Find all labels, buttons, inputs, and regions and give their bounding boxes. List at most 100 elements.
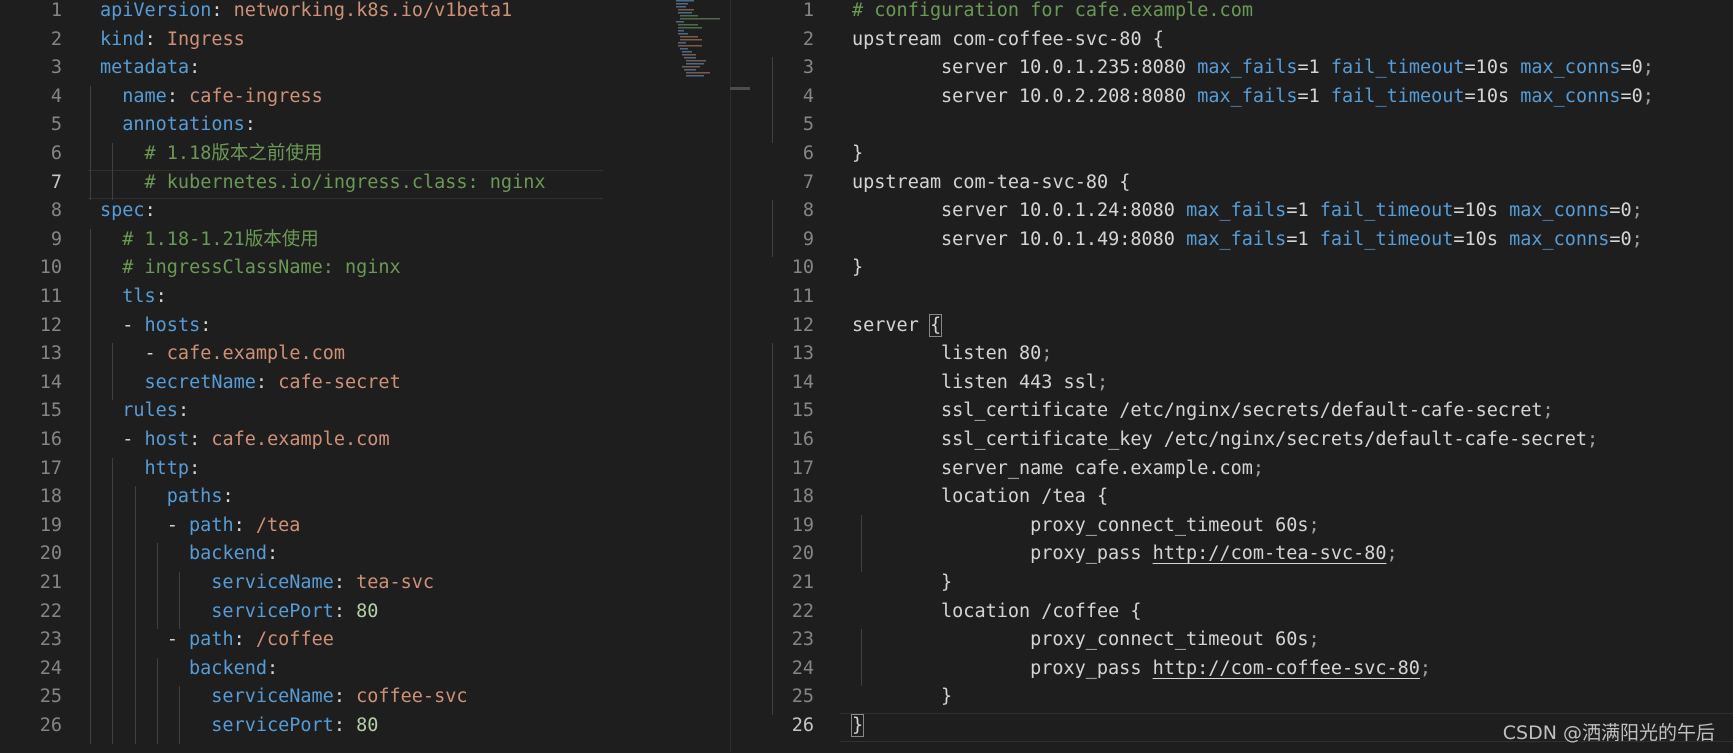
code-line[interactable]: 23 - path: /coffee: [0, 626, 334, 655]
code-text: rules:: [100, 397, 189, 426]
code-text: }: [852, 683, 952, 712]
code-line[interactable]: 11 tls:: [0, 283, 167, 312]
code-line[interactable]: 9 server 10.0.1.49:8080 max_fails=1 fail_…: [752, 226, 1643, 255]
code-line[interactable]: 19 proxy_connect_timeout 60s;: [752, 512, 1320, 541]
code-line[interactable]: 11: [752, 283, 814, 312]
split-divider[interactable]: [730, 0, 731, 753]
indent-guide: [134, 486, 136, 744]
code-token: name: [122, 85, 167, 107]
code-line[interactable]: 22 location /coffee {: [752, 598, 1142, 627]
code-line[interactable]: 16 ssl_certificate_key /etc/nginx/secrets…: [752, 426, 1598, 455]
code-line[interactable]: 15 ssl_certificate /etc/nginx/secrets/def…: [752, 397, 1554, 426]
code-line[interactable]: 12 - hosts:: [0, 312, 212, 341]
right-editor-pane[interactable]: 1 # configuration for cafe.example.com 2 up…: [752, 0, 1733, 753]
code-line[interactable]: 22 servicePort: 80: [0, 598, 379, 627]
indent-guide: [179, 686, 181, 744]
code-text: name: cafe-ingress: [100, 83, 323, 112]
code-token: =1: [1286, 200, 1320, 222]
code-line[interactable]: 20 proxy_pass http://com-tea-svc-80;: [752, 540, 1398, 569]
code-token: :: [200, 314, 212, 336]
code-token: max_conns: [1509, 228, 1610, 250]
code-line[interactable]: 25}: [752, 683, 952, 712]
code-line[interactable]: 19 - path: /tea: [0, 512, 301, 541]
code-line[interactable]: 24 backend:: [0, 655, 278, 684]
code-token: :: [255, 371, 279, 393]
code-line[interactable]: 21 serviceName: tea-svc: [0, 569, 434, 598]
code-line[interactable]: 7 upstream com-tea-svc-80 {: [752, 169, 1131, 198]
code-token: location /coffee {: [941, 600, 1142, 622]
code-line[interactable]: 10 # ingressClassName: nginx: [0, 254, 401, 283]
code-line[interactable]: 14 listen 443 ssl;: [752, 369, 1108, 398]
code-line[interactable]: 24 proxy_pass http://com-coffee-svc-80;: [752, 655, 1431, 684]
code-line[interactable]: 6 # 1.18版本之前使用: [0, 140, 323, 169]
left-editor-pane[interactable]: 1 apiVersion: networking.k8s.io/v1beta1 2 k…: [0, 0, 730, 753]
code-line[interactable]: 10}: [752, 254, 863, 283]
code-line[interactable]: 8 spec:: [0, 197, 156, 226]
code-token: ;: [1252, 457, 1265, 479]
code-line[interactable]: 25 serviceName: coffee-svc: [0, 683, 468, 712]
code-line[interactable]: 13 - cafe.example.com: [0, 340, 345, 369]
code-line[interactable]: 6}: [752, 140, 863, 169]
code-token: annotations: [122, 114, 245, 136]
code-line[interactable]: 20 backend:: [0, 540, 278, 569]
code-token: =10s: [1453, 200, 1510, 222]
code-line[interactable]: 2 upstream com-coffee-svc-80 {: [752, 26, 1164, 55]
code-line[interactable]: 9 # 1.18-1.21版本使用: [0, 226, 319, 255]
code-line[interactable]: 3 server 10.0.1.235:8080 max_fails=1 fail…: [752, 54, 1654, 83]
scrollbar-thumb[interactable]: [730, 87, 750, 90]
code-line[interactable]: 21}: [752, 569, 952, 598]
code-token: =0: [1609, 200, 1632, 222]
code-line[interactable]: 3 metadata:: [0, 54, 200, 83]
code-line[interactable]: 4 name: cafe-ingress: [0, 83, 323, 112]
line-number: 1: [50, 0, 62, 21]
code-token: # configuration for cafe.example.com: [852, 0, 1253, 21]
code-text: # 1.18-1.21版本使用: [100, 226, 319, 255]
line-number: 12: [39, 314, 62, 336]
code-line[interactable]: 5: [752, 111, 814, 140]
code-line[interactable]: 17 http:: [0, 455, 201, 484]
code-text: backend:: [100, 540, 278, 569]
line-number: 22: [39, 600, 62, 622]
code-text: backend:: [100, 655, 278, 684]
code-token: cafe-secret: [278, 371, 401, 393]
line-number: 13: [791, 343, 814, 365]
code-text: - host: cafe.example.com: [100, 426, 389, 455]
code-link[interactable]: http://com-coffee-svc-80: [1153, 658, 1420, 679]
code-text: server_name cafe.example.com;: [852, 455, 1264, 484]
code-line[interactable]: 8 server 10.0.1.24:8080 max_fails=1 fail_…: [752, 197, 1643, 226]
code-token: hosts: [144, 314, 201, 336]
line-number: 24: [39, 657, 62, 679]
code-line[interactable]: 18 location /tea {: [752, 483, 1108, 512]
code-line[interactable]: 2 kind: Ingress: [0, 26, 245, 55]
editor-split: [730, 0, 752, 753]
code-link[interactable]: http://com-tea-svc-80: [1153, 543, 1387, 564]
code-line[interactable]: 15 rules:: [0, 397, 189, 426]
indent-guide: [156, 543, 158, 630]
code-line[interactable]: 26}: [752, 712, 865, 741]
code-text: proxy_connect_timeout 60s;: [852, 626, 1320, 655]
minimap[interactable]: [672, 0, 730, 100]
code-token: fail_timeout: [1319, 228, 1454, 250]
code-token: max_fails: [1186, 228, 1287, 250]
code-line[interactable]: 17 server_name cafe.example.com;: [752, 455, 1264, 484]
code-line[interactable]: 7 # kubernetes.io/ingress.class: nginx: [0, 169, 546, 198]
line-number: 21: [791, 572, 814, 593]
indent-guide: [772, 200, 773, 258]
line-number: 14: [39, 371, 62, 393]
code-line[interactable]: 23 proxy_connect_timeout 60s;: [752, 626, 1320, 655]
code-token: networking.k8s.io/v1beta1: [233, 0, 513, 21]
code-line[interactable]: 5 annotations:: [0, 111, 256, 140]
code-line[interactable]: 4 server 10.0.2.208:8080 max_fails=1 fail…: [752, 83, 1654, 112]
code-line[interactable]: 14 secretName: cafe-secret: [0, 369, 401, 398]
code-line[interactable]: 1 # configuration for cafe.example.com: [752, 0, 1253, 26]
code-line[interactable]: 13 listen 80;: [752, 340, 1053, 369]
code-text: proxy_pass http://com-coffee-svc-80;: [852, 655, 1431, 684]
line-number: 26: [791, 715, 814, 736]
code-line[interactable]: 18 paths:: [0, 483, 234, 512]
code-line[interactable]: 16 - host: cafe.example.com: [0, 426, 390, 455]
code-line[interactable]: 12 server {: [752, 312, 943, 341]
code-token: server 10.0.1.235:8080: [941, 57, 1198, 79]
code-token: ssl_certificate_key /etc/nginx/secrets/d…: [941, 429, 1588, 450]
code-line[interactable]: 26 servicePort: 80: [0, 712, 379, 741]
code-line[interactable]: 1 apiVersion: networking.k8s.io/v1beta1: [0, 0, 512, 26]
